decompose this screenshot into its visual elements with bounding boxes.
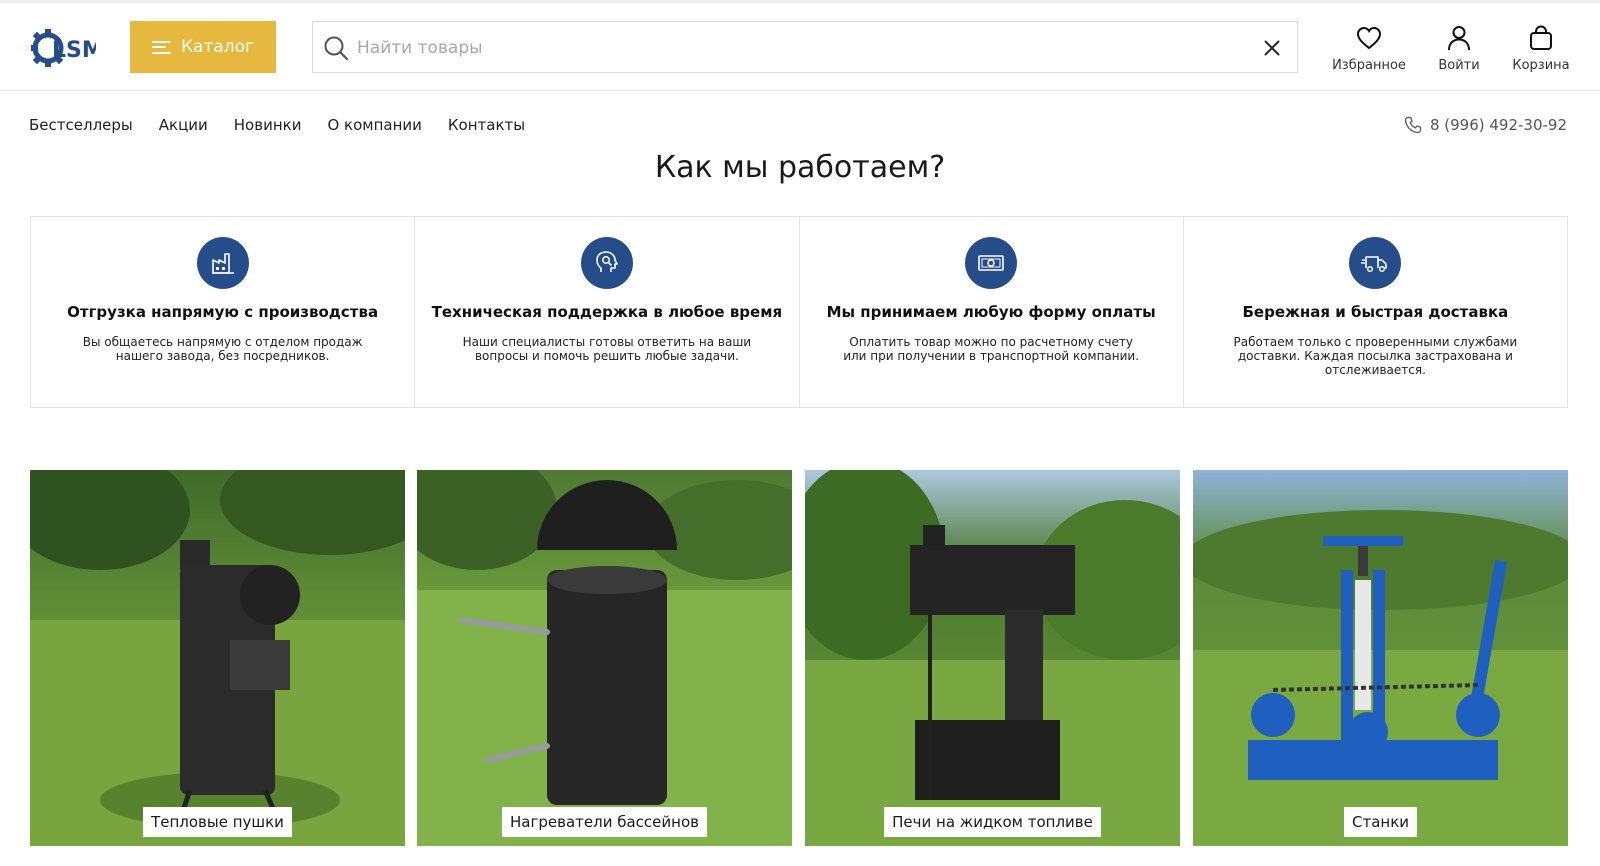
catalog-label: Каталог xyxy=(180,37,254,57)
features-grid: Отгрузка напрямую с производства Вы обща… xyxy=(30,216,1568,408)
category-label: Станки xyxy=(1343,807,1418,837)
login-label: Войти xyxy=(1438,58,1480,73)
feature-direct-shipping: Отгрузка напрямую с производства Вы обща… xyxy=(31,217,416,407)
factory-icon xyxy=(196,237,249,289)
category-card-machine-tools[interactable]: Станки xyxy=(1193,470,1568,846)
heat-gun-image xyxy=(30,470,405,846)
close-icon[interactable] xyxy=(1261,37,1283,59)
heart-icon xyxy=(1356,26,1382,50)
login-button[interactable]: Войти xyxy=(1434,21,1484,73)
phone-number: 8 (996) 492-30-92 xyxy=(1429,116,1567,134)
feature-title: Бережная и быстрая доставка xyxy=(1242,303,1509,321)
feature-text: Наши специалисты готовы ответить на ваши… xyxy=(462,335,752,363)
cart-button[interactable]: Корзина xyxy=(1508,21,1574,73)
search-input[interactable] xyxy=(357,32,1237,64)
main-nav: Бестселлеры Акции Новинки О компании Кон… xyxy=(29,116,525,134)
stove-image xyxy=(805,470,1180,846)
nav-item-new[interactable]: Новинки xyxy=(234,116,302,134)
feature-title: Отгрузка напрямую с производства xyxy=(67,303,379,321)
feature-text: Вы общаетесь напрямую с отделом продаж н… xyxy=(82,335,363,363)
category-label: Печи на жидком топливе xyxy=(884,807,1101,837)
feature-title: Техническая поддержка в любое время xyxy=(431,303,783,321)
feature-text: Оплатить товар можно по расчетному счету… xyxy=(843,335,1140,363)
logo[interactable]: LSM xyxy=(30,21,104,75)
feature-title: Мы принимаем любую форму оплаты xyxy=(826,303,1156,321)
category-cards: Тепловые пушки Нагреватели бассейнов Печ… xyxy=(30,470,1568,846)
phone-icon xyxy=(1404,116,1422,134)
site-header: LSM Каталог Избранное Войти xyxy=(0,3,1600,91)
favorites-label: Избранное xyxy=(1332,58,1406,73)
category-card-pool-heaters[interactable]: Нагреватели бассейнов xyxy=(417,470,792,846)
feature-text: Работаем только с проверенными службами … xyxy=(1233,335,1518,377)
truck-icon xyxy=(1349,237,1402,289)
feature-tech-support: Техническая поддержка в любое время Наши… xyxy=(415,217,800,407)
cash-icon xyxy=(965,237,1018,289)
category-card-liquid-fuel-stoves[interactable]: Печи на жидком топливе xyxy=(805,470,1180,846)
svg-text:LSM: LSM xyxy=(52,38,96,63)
menu-icon xyxy=(151,40,171,54)
favorites-button[interactable]: Избранное xyxy=(1332,21,1406,73)
phone-link[interactable]: 8 (996) 492-30-92 xyxy=(1404,116,1567,134)
bag-icon xyxy=(1530,25,1552,50)
category-card-heat-guns[interactable]: Тепловые пушки xyxy=(30,470,405,846)
search-icon xyxy=(324,36,349,61)
search-box xyxy=(312,21,1298,73)
nav-item-about[interactable]: О компании xyxy=(327,116,421,134)
user-icon xyxy=(1448,26,1470,51)
feature-payment: Мы принимаем любую форму оплаты Оплатить… xyxy=(800,217,1184,407)
category-label: Нагреватели бассейнов xyxy=(502,807,707,837)
category-label: Тепловые пушки xyxy=(143,807,292,837)
support-icon xyxy=(580,237,633,289)
section-title: Как мы работаем? xyxy=(654,150,946,185)
machine-tool-image xyxy=(1193,470,1568,846)
feature-delivery: Бережная и быстрая доставка Работаем тол… xyxy=(1184,217,1567,407)
pool-heater-image xyxy=(417,470,792,846)
catalog-button[interactable]: Каталог xyxy=(130,21,276,73)
nav-item-contacts[interactable]: Контакты xyxy=(448,116,525,134)
nav-item-sales[interactable]: Акции xyxy=(159,116,208,134)
cart-label: Корзина xyxy=(1512,58,1570,73)
nav-item-bestsellers[interactable]: Бестселлеры xyxy=(29,116,133,134)
